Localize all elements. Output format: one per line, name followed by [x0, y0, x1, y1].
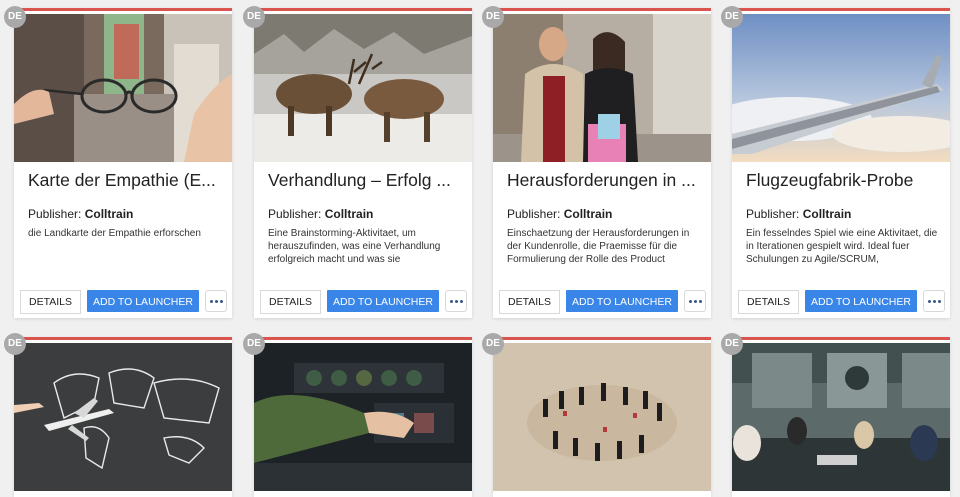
add-to-launcher-button[interactable]: ADD TO LAUNCHER — [566, 290, 678, 312]
card-title[interactable]: Verhandlung – Erfolg ... — [268, 170, 460, 196]
publisher-label: Publisher: — [28, 207, 82, 221]
more-dots-icon — [698, 299, 702, 303]
details-button[interactable]: DETAILS — [20, 290, 81, 314]
card-accent-line — [14, 8, 232, 11]
publisher-label: Publisher: — [507, 207, 561, 221]
card-thumbnail-image[interactable] — [14, 343, 232, 491]
more-dots-icon — [219, 299, 223, 303]
details-button[interactable]: DETAILS — [499, 290, 560, 314]
more-dots-icon — [209, 299, 213, 303]
card-description: die Landkarte der Empathie erforschen — [28, 228, 201, 239]
card-publisher: Publisher: Colltrain — [268, 207, 373, 221]
language-badge: DE — [482, 333, 504, 355]
activity-card[interactable] — [493, 337, 711, 497]
card-accent-line — [732, 337, 950, 340]
publisher-label: Publisher: — [268, 207, 322, 221]
details-button[interactable]: DETAILS — [738, 290, 799, 314]
activity-card[interactable]: Karte der Empathie (E... Publisher: Coll… — [14, 8, 232, 318]
publisher-name: Colltrain — [324, 207, 374, 221]
add-to-launcher-button[interactable]: ADD TO LAUNCHER — [327, 290, 439, 312]
language-badge: DE — [721, 6, 743, 28]
card-accent-line — [254, 8, 472, 11]
more-dots-icon — [214, 299, 218, 303]
activity-card[interactable] — [254, 337, 472, 497]
more-dots-icon — [932, 299, 936, 303]
more-dots-icon — [449, 299, 453, 303]
card-description: Einschaetzung der Herausforderungen in d… — [507, 228, 690, 265]
card-accent-line — [254, 337, 472, 340]
language-badge: DE — [243, 6, 265, 28]
language-badge: DE — [482, 6, 504, 28]
more-options-button[interactable] — [684, 290, 706, 312]
publisher-name: Colltrain — [802, 207, 852, 221]
language-badge: DE — [4, 333, 26, 355]
publisher-label: Publisher: — [746, 207, 800, 221]
publisher-name: Colltrain — [563, 207, 613, 221]
more-options-button[interactable] — [445, 290, 467, 312]
activity-card[interactable] — [14, 337, 232, 497]
more-dots-icon — [937, 299, 941, 303]
card-title[interactable]: Herausforderungen in ... — [507, 170, 699, 196]
language-badge: DE — [243, 333, 265, 355]
card-publisher: Publisher: Colltrain — [28, 207, 133, 221]
add-to-launcher-button[interactable]: ADD TO LAUNCHER — [87, 290, 199, 312]
card-accent-line — [14, 337, 232, 340]
card-thumbnail-image[interactable] — [254, 14, 472, 162]
card-thumbnail-image[interactable] — [14, 14, 232, 162]
activity-grid: Karte der Empathie (E... Publisher: Coll… — [0, 0, 960, 497]
activity-card[interactable]: Flugzeugfabrik-Probe Publisher: Colltrai… — [732, 8, 950, 318]
card-description: Ein fesselndes Spiel wie eine Aktivitaet… — [746, 228, 938, 265]
card-description: Eine Brainstorming-Aktivitaet, um heraus… — [268, 228, 441, 265]
card-thumbnail-image[interactable] — [493, 343, 711, 491]
activity-card[interactable]: Herausforderungen in ... Publisher: Coll… — [493, 8, 711, 318]
card-thumbnail-image[interactable] — [732, 343, 950, 491]
card-thumbnail-image[interactable] — [493, 14, 711, 162]
card-publisher: Publisher: Colltrain — [746, 207, 851, 221]
details-button[interactable]: DETAILS — [260, 290, 321, 314]
publisher-name: Colltrain — [84, 207, 134, 221]
card-thumbnail-image[interactable] — [254, 343, 472, 491]
activity-card[interactable] — [732, 337, 950, 497]
card-title[interactable]: Flugzeugfabrik-Probe — [746, 170, 938, 196]
card-accent-line — [732, 8, 950, 11]
more-dots-icon — [459, 299, 463, 303]
card-publisher: Publisher: Colltrain — [507, 207, 612, 221]
card-accent-line — [493, 337, 711, 340]
card-thumbnail-image[interactable] — [732, 14, 950, 162]
more-dots-icon — [688, 299, 692, 303]
card-accent-line — [493, 8, 711, 11]
add-to-launcher-button[interactable]: ADD TO LAUNCHER — [805, 290, 917, 312]
more-options-button[interactable] — [205, 290, 227, 312]
more-dots-icon — [454, 299, 458, 303]
language-badge: DE — [721, 333, 743, 355]
activity-card[interactable]: Verhandlung – Erfolg ... Publisher: Coll… — [254, 8, 472, 318]
more-options-button[interactable] — [923, 290, 945, 312]
language-badge: DE — [4, 6, 26, 28]
more-dots-icon — [927, 299, 931, 303]
more-dots-icon — [693, 299, 697, 303]
card-title[interactable]: Karte der Empathie (E... — [28, 170, 220, 196]
